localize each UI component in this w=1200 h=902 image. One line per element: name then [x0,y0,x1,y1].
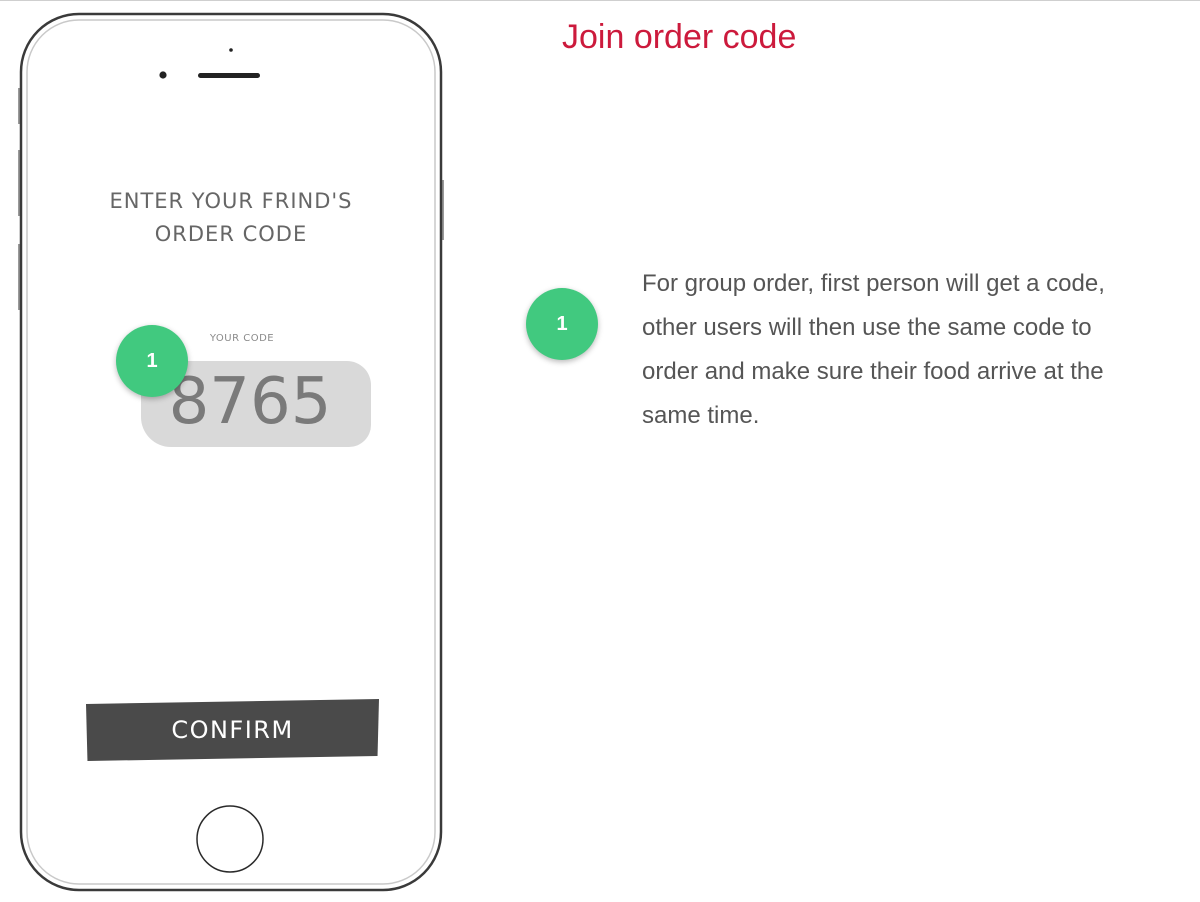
phone-mockup: ENTER YOUR FRIND'S ORDER CODE YOUR CODE … [18,12,444,892]
home-button[interactable] [196,805,264,873]
speaker-grille-icon [198,73,260,78]
confirm-button[interactable]: CONFIRM [86,699,379,761]
proximity-sensor-icon [159,71,167,79]
screen-title-line-1: ENTER YOUR FRIND'S [109,189,353,213]
your-code-label: YOUR CODE [209,333,275,344]
front-camera-icon [229,48,233,52]
annotation-marker-1: 1 [116,325,188,397]
annotation-description-1: For group order, first person will get a… [642,270,1105,429]
screen-title-line-2: ORDER CODE [154,222,308,246]
top-divider [0,0,1200,1]
screen-title: ENTER YOUR FRIND'S ORDER CODE [33,185,429,251]
phone-screen: ENTER YOUR FRIND'S ORDER CODE YOUR CODE … [33,137,429,777]
page-title: Join order code [562,18,797,56]
annotation-badge-1: 1 [526,288,598,360]
